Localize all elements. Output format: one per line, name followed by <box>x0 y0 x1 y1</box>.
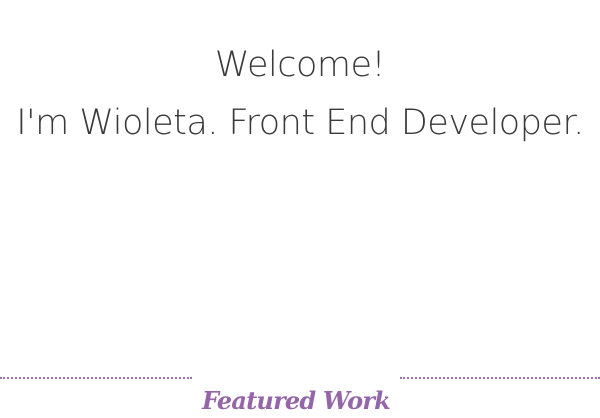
intro-text: I'm Wioleta. Front End Developer. <box>16 103 584 143</box>
divider-line-right <box>400 377 600 379</box>
featured-work-divider: Featured Work <box>0 360 600 415</box>
featured-work-heading: Featured Work <box>201 386 391 415</box>
divider-line-left <box>0 377 192 379</box>
welcome-heading: Welcome! <box>214 45 386 85</box>
hero-section: Welcome! I'm Wioleta. Front End Develope… <box>0 36 600 152</box>
